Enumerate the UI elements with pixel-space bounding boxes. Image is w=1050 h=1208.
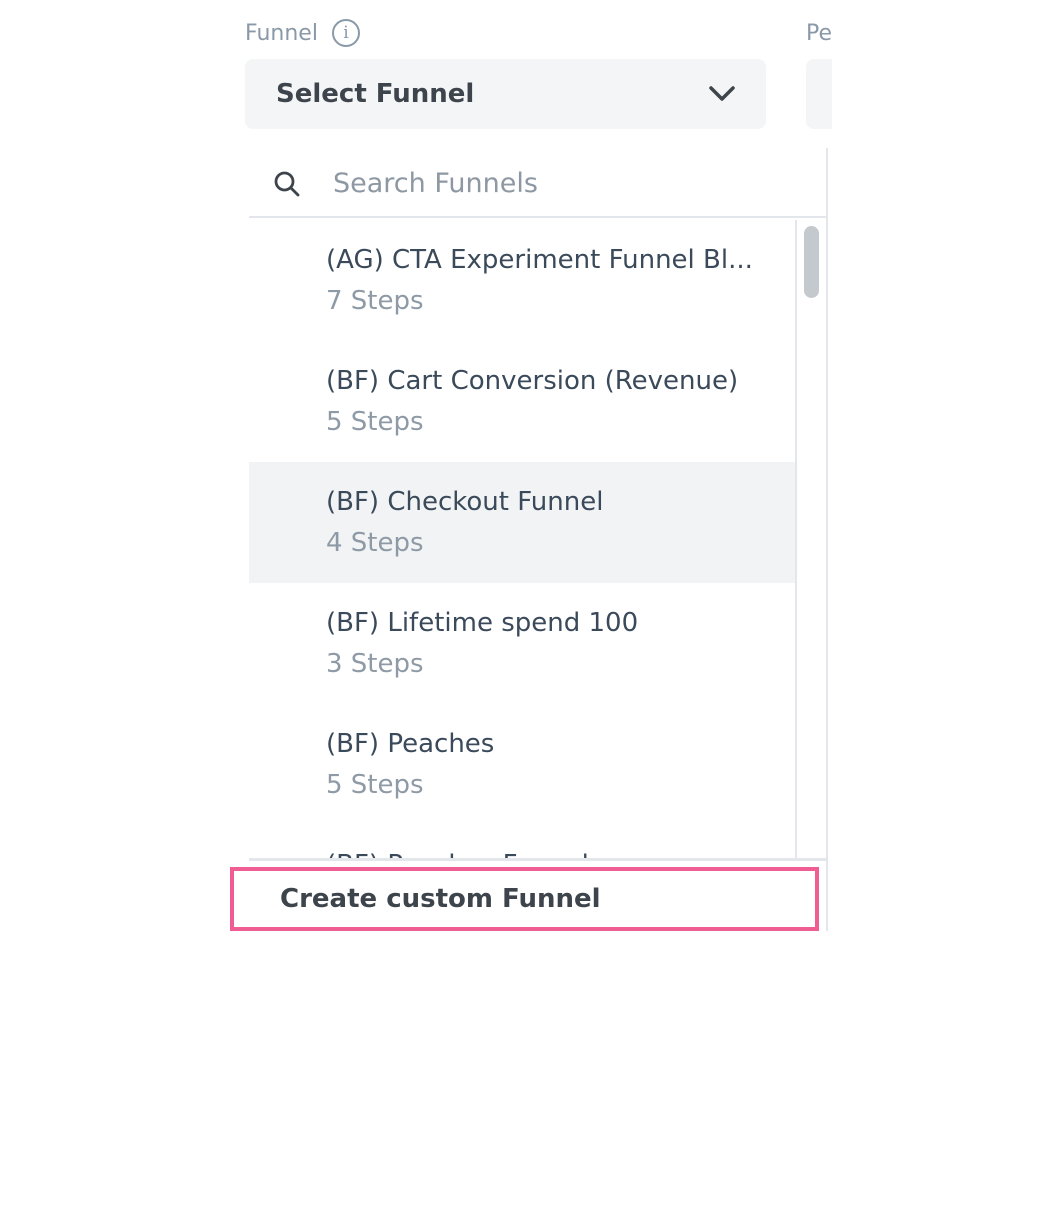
search-icon — [274, 171, 300, 197]
funnel-select[interactable]: Select Funnel — [245, 59, 766, 129]
adjacent-field-label: Pe — [806, 20, 832, 46]
search-input[interactable] — [333, 160, 793, 206]
funnel-steps: 4 Steps — [326, 528, 424, 558]
search-row — [249, 148, 826, 218]
list-divider — [249, 858, 826, 861]
funnel-list-item[interactable]: (BF) Peaches Funnel — [249, 825, 795, 860]
funnel-steps: 3 Steps — [326, 649, 424, 679]
funnel-steps: 5 Steps — [326, 407, 424, 437]
funnel-list-item-highlighted[interactable]: (BF) Checkout Funnel 4 Steps — [249, 462, 795, 583]
info-icon[interactable]: i — [331, 19, 360, 47]
scrollbar-thumb[interactable] — [804, 226, 819, 298]
funnel-list-item[interactable]: (BF) Lifetime spend 100 3 Steps — [249, 583, 795, 704]
funnel-name: (BF) Checkout Funnel — [326, 487, 604, 517]
create-custom-funnel-label: Create custom Funnel — [280, 884, 601, 914]
funnel-field-label: Funnel i — [245, 18, 360, 48]
funnel-list[interactable]: (AG) CTA Experiment Funnel Bl... 7 Steps… — [249, 220, 797, 860]
funnel-name: (BF) Lifetime spend 100 — [326, 608, 639, 638]
funnel-name: (BF) Peaches — [326, 729, 495, 759]
funnel-list-item[interactable]: (BF) Peaches 5 Steps — [249, 704, 795, 825]
funnel-list-item[interactable]: (AG) CTA Experiment Funnel Bl... 7 Steps — [249, 220, 795, 341]
funnel-steps: 5 Steps — [326, 770, 424, 800]
funnel-list-item[interactable]: (BF) Cart Conversion (Revenue) 5 Steps — [249, 341, 795, 462]
chevron-down-icon — [709, 86, 735, 101]
funnel-name: (AG) CTA Experiment Funnel Bl... — [326, 245, 753, 275]
funnel-name: (BF) Cart Conversion (Revenue) — [326, 366, 739, 396]
funnel-dropdown: (AG) CTA Experiment Funnel Bl... 7 Steps… — [249, 148, 828, 931]
funnel-select-value: Select Funnel — [276, 79, 475, 109]
funnel-steps: 7 Steps — [326, 286, 424, 316]
create-custom-funnel-button[interactable]: Create custom Funnel — [230, 867, 819, 931]
adjacent-select[interactable] — [806, 59, 832, 129]
funnel-label-text: Funnel — [245, 20, 318, 46]
